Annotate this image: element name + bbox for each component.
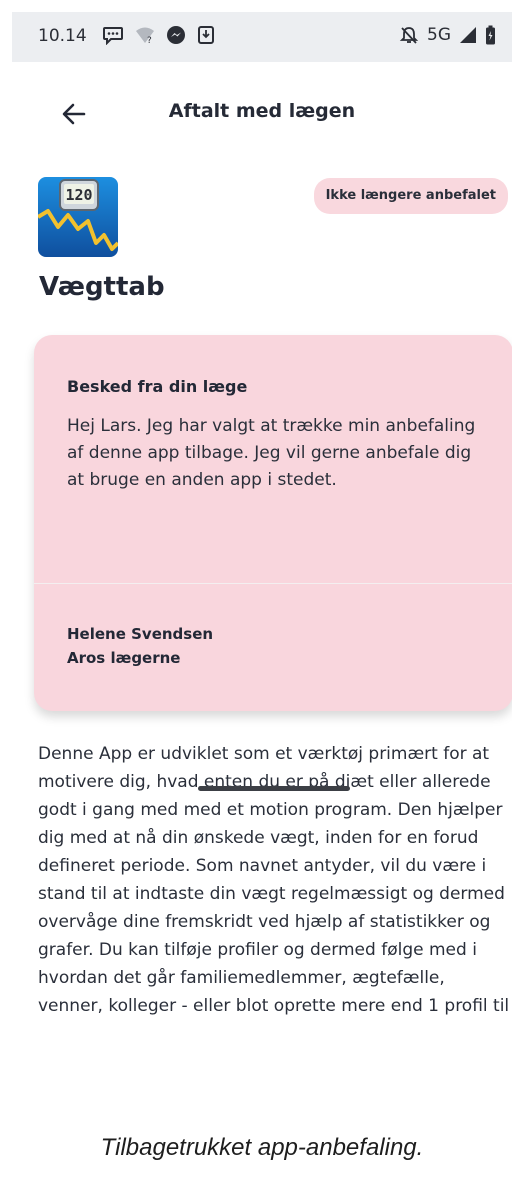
top-app-bar: Aftalt med lægen — [12, 62, 512, 162]
signal-icon — [460, 27, 476, 43]
wifi-unknown-icon: ? — [136, 27, 154, 45]
sender-name: Helene Svendsen — [67, 625, 214, 643]
message-divider — [34, 583, 512, 584]
message-heading: Besked fra din læge — [67, 377, 248, 396]
app-description: Denne App er udviklet som et værktøj pri… — [38, 744, 510, 1016]
phone-screen: 10.14 ? 5G Aftalt med lægen 120 Ikke læn… — [12, 12, 512, 1130]
message-body: Hej Lars. Jeg har valgt at trække min an… — [67, 416, 476, 490]
doctor-message-card: Besked fra din læge Hej Lars. Jeg har va… — [34, 335, 512, 711]
figure-caption: Tilbagetrukket app-anbefaling. — [100, 1134, 424, 1161]
app-icon-display-value: 120 — [65, 186, 92, 204]
page-title: Aftalt med lægen — [168, 100, 356, 122]
status-bar: 10.14 ? 5G — [12, 12, 512, 62]
app-icon: 120 — [38, 177, 118, 257]
home-indicator[interactable] — [198, 786, 350, 791]
app-name: Vægttab — [39, 272, 165, 302]
status-system-icons: 5G — [399, 25, 496, 45]
message-sender: Helene Svendsen Aros lægerne — [67, 622, 213, 670]
messenger-icon — [167, 26, 185, 44]
mute-icon — [399, 27, 419, 44]
status-notification-icons: ? — [102, 25, 215, 45]
battery-icon — [486, 25, 495, 45]
download-icon — [198, 26, 214, 44]
network-type: 5G — [427, 25, 451, 45]
status-time: 10.14 — [38, 26, 87, 46]
sender-clinic: Aros lægerne — [67, 649, 181, 667]
status-badge: Ikke længere anbefalet — [313, 178, 508, 214]
message-icon — [103, 27, 123, 45]
svg-text:?: ? — [147, 36, 152, 45]
